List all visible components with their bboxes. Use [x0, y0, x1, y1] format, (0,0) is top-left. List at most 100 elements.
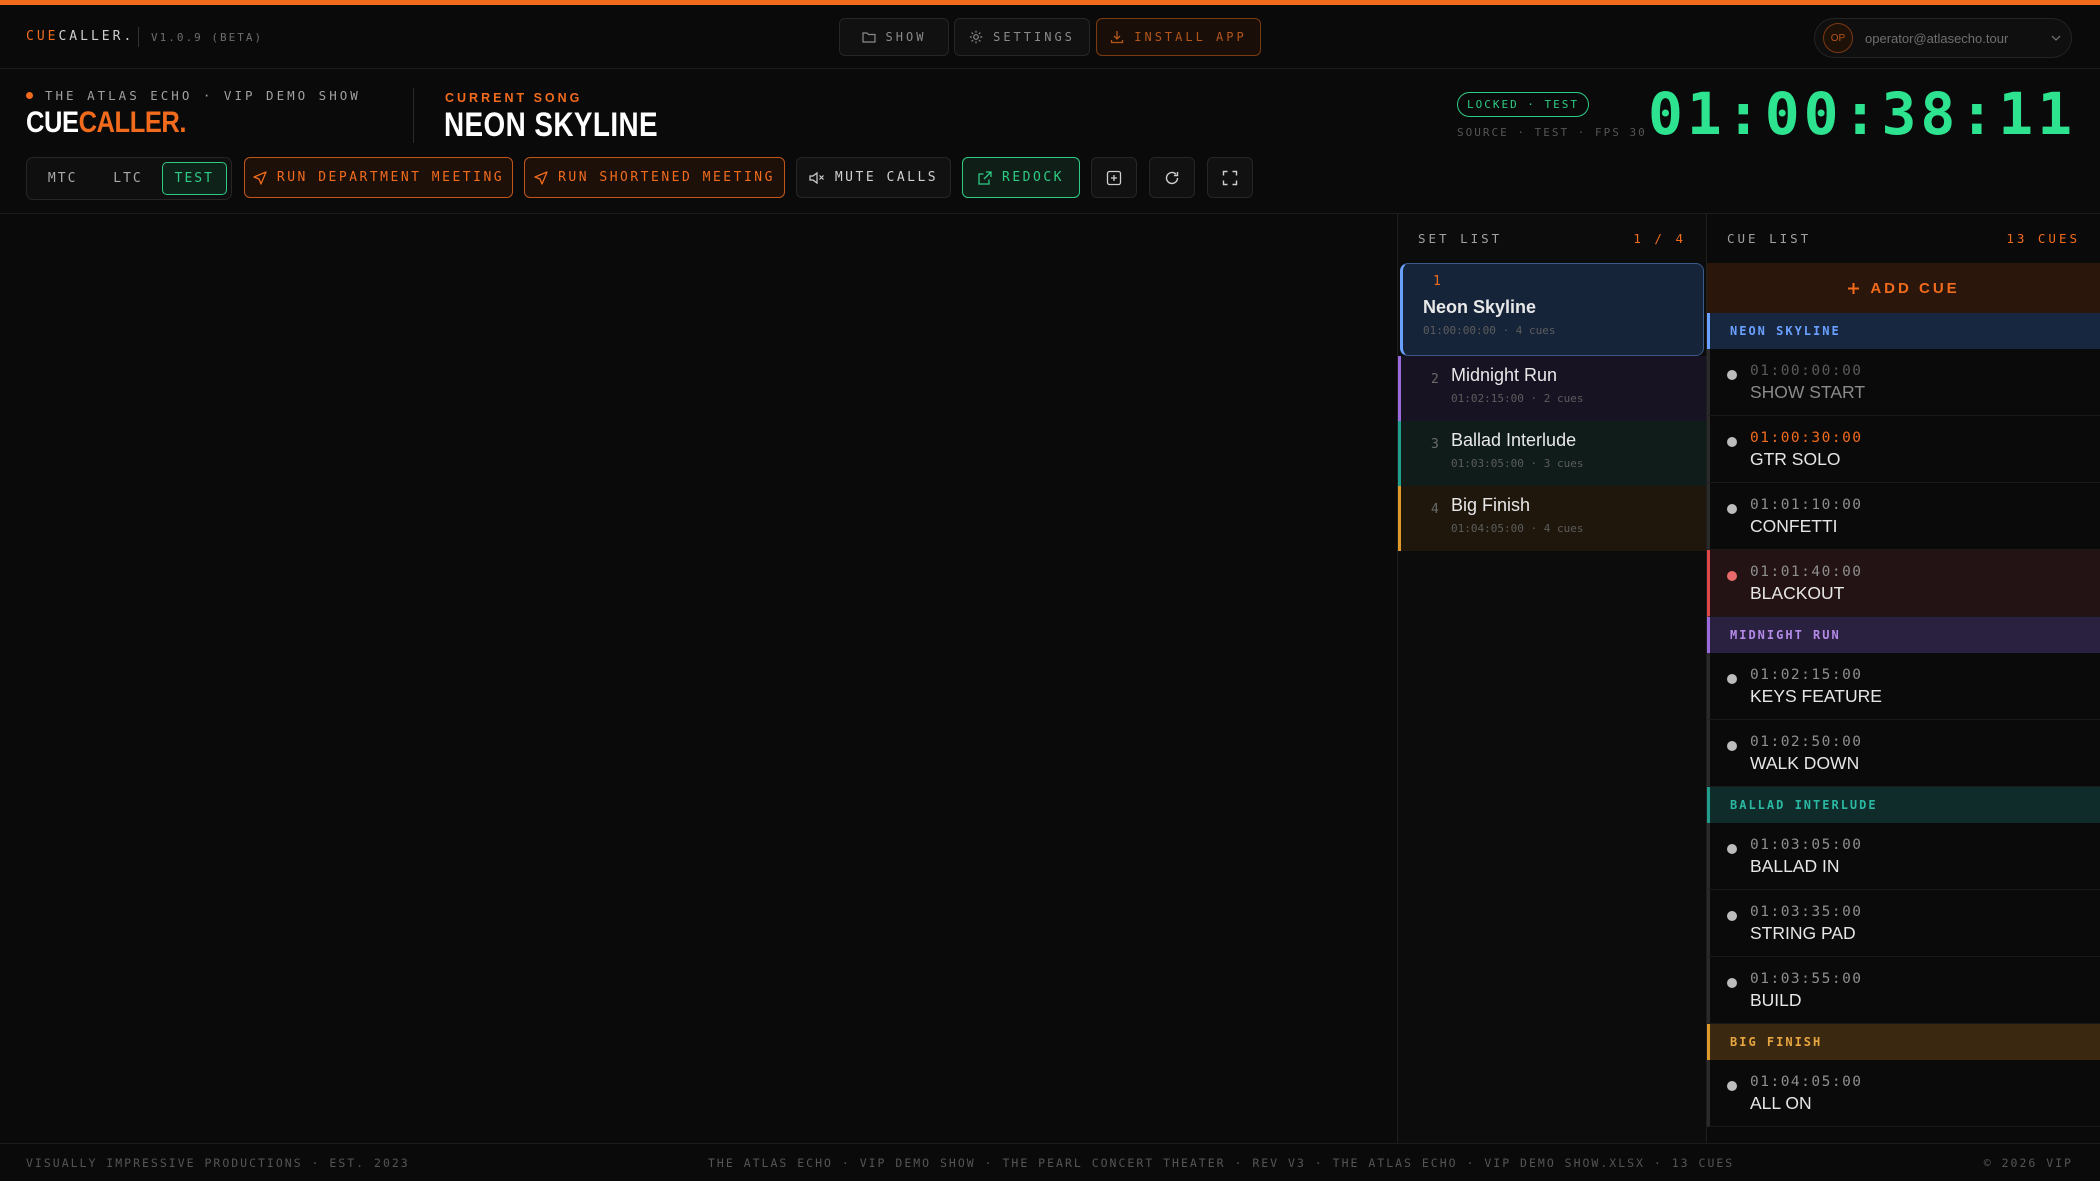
set-list-panel: SET LIST 1 / 4 1 Neon Skyline 01:00:00:0…	[1397, 214, 1707, 1143]
set-item-title: Neon Skyline	[1423, 297, 1537, 317]
add-window-button[interactable]	[1091, 157, 1137, 198]
cue-list-panel: CUE LIST 13 CUES ADD CUE NEON SKYLINE 01…	[1707, 214, 2100, 1143]
cue-row[interactable]: 01:03:05:00 BALLAD IN	[1707, 823, 2100, 890]
cue-row[interactable]: 01:03:35:00 STRING PAD	[1707, 890, 2100, 957]
current-song-label: CURRENT SONG	[445, 91, 583, 105]
send-icon	[253, 170, 267, 185]
cue-group-header: MIDNIGHT RUN	[1707, 617, 2100, 653]
live-dot-icon	[26, 92, 33, 99]
run-department-meeting-button[interactable]: RUN DEPARTMENT MEETING	[244, 157, 513, 198]
plus-square-icon	[1106, 170, 1122, 185]
redock-button[interactable]: REDOCK	[962, 157, 1080, 198]
run-department-label: RUN DEPARTMENT MEETING	[276, 170, 505, 185]
cue-status-dot	[1727, 437, 1737, 447]
cue-group-header: NEON SKYLINE	[1707, 313, 2100, 349]
cue-row[interactable]: 01:03:55:00 BUILD	[1707, 957, 2100, 1024]
cue-time: 01:00:00:00	[1750, 363, 1863, 379]
cue-name: STRING PAD	[1750, 923, 1856, 943]
show-name: THE ATLAS ECHO · VIP DEMO SHOW	[45, 88, 361, 103]
refresh-icon	[1165, 171, 1179, 184]
header-divider	[413, 88, 414, 143]
cue-time: 01:01:10:00	[1750, 497, 1863, 513]
set-list-title: SET LIST	[1418, 231, 1503, 246]
cue-name: GTR SOLO	[1750, 449, 1841, 469]
settings-button[interactable]: SETTINGS	[954, 18, 1090, 56]
mute-calls-button[interactable]: MUTE CALLS	[796, 157, 951, 198]
chevron-down-icon	[2051, 35, 2061, 41]
cue-name: ALL ON	[1750, 1093, 1812, 1113]
redock-label: REDOCK	[1002, 170, 1064, 185]
install-app-button[interactable]: INSTALL APP	[1096, 18, 1261, 56]
set-item-title: Big Finish	[1451, 495, 1531, 515]
set-item-title: Midnight Run	[1451, 365, 1558, 385]
avatar: OP	[1823, 23, 1853, 53]
fullscreen-icon	[1222, 170, 1238, 185]
install-app-label: INSTALL APP	[1134, 30, 1247, 44]
cue-name: KEYS FEATURE	[1750, 686, 1882, 706]
mode-test[interactable]: TEST	[161, 162, 227, 195]
cue-time: 01:03:05:00	[1750, 837, 1863, 853]
plus-icon	[1848, 282, 1860, 294]
show-button[interactable]: SHOW	[839, 18, 949, 56]
cue-status-dot	[1727, 571, 1737, 581]
version-label: V1.0.9 (BETA)	[151, 31, 264, 44]
cue-row[interactable]: 01:00:30:00 GTR SOLO	[1707, 416, 2100, 483]
cue-status-dot	[1727, 1081, 1737, 1091]
add-cue-button[interactable]: ADD CUE	[1707, 263, 2100, 313]
cue-row[interactable]: 01:00:00:00 SHOW START	[1707, 349, 2100, 416]
fullscreen-button[interactable]	[1207, 157, 1253, 198]
set-item-number: 1	[1433, 274, 1441, 289]
brand-logo: CUECALLER.	[26, 106, 187, 140]
top-header: CUECALLER. V1.0.9 (BETA) SHOW SETTINGS I…	[0, 5, 2100, 69]
show-button-label: SHOW	[885, 30, 927, 44]
speaker-mute-icon	[809, 171, 824, 184]
user-menu[interactable]: OP operator@atlasecho.tour	[1814, 18, 2072, 58]
current-song-name: NEON SKYLINE	[444, 106, 659, 144]
timecode-source: SOURCE · TEST · FPS 30	[1457, 126, 1647, 139]
show-name-line: THE ATLAS ECHO · VIP DEMO SHOW	[26, 88, 361, 103]
brand-small-part1: CUE	[26, 29, 59, 44]
logo-part1: CUE	[26, 106, 79, 139]
cue-status-dot	[1727, 674, 1737, 684]
mode-mtc[interactable]: MTC	[31, 162, 94, 195]
refresh-button[interactable]	[1149, 157, 1195, 198]
set-item-midnight-run[interactable]: 2 Midnight Run 01:02:15:00 · 2 cues	[1398, 356, 1706, 421]
external-link-icon	[978, 170, 992, 185]
cue-row[interactable]: 01:01:10:00 CONFETTI	[1707, 483, 2100, 550]
user-email: operator@atlasecho.tour	[1865, 30, 2009, 46]
footer-center: THE ATLAS ECHO · VIP DEMO SHOW · THE PEA…	[708, 1155, 1735, 1170]
settings-button-label: SETTINGS	[993, 30, 1075, 44]
cue-time: 01:03:55:00	[1750, 971, 1863, 987]
set-item-ballad-interlude[interactable]: 3 Ballad Interlude 01:03:05:00 · 3 cues	[1398, 421, 1706, 486]
timecode-mode-selector: MTC LTC TEST	[26, 157, 232, 200]
set-item-big-finish[interactable]: 4 Big Finish 01:04:05:00 · 4 cues	[1398, 486, 1706, 551]
cue-row[interactable]: 01:02:50:00 WALK DOWN	[1707, 720, 2100, 787]
cue-name: SHOW START	[1750, 382, 1866, 402]
set-item-neon-skyline[interactable]: 1 Neon Skyline 01:00:00:00 · 4 cues	[1400, 263, 1704, 356]
run-shortened-meeting-button[interactable]: RUN SHORTENED MEETING	[524, 157, 785, 198]
mode-ltc[interactable]: LTC	[96, 162, 159, 195]
set-item-meta: 01:00:00:00 · 4 cues	[1423, 324, 1556, 337]
set-item-number: 3	[1431, 437, 1439, 452]
cue-name: BALLAD IN	[1750, 856, 1840, 876]
cue-row[interactable]: 01:02:15:00 KEYS FEATURE	[1707, 653, 2100, 720]
cue-row[interactable]: 01:01:40:00 BLACKOUT	[1707, 550, 2100, 617]
brand-small-part2: CALLER.	[58, 29, 135, 44]
gear-icon	[969, 30, 983, 44]
cue-time: 01:04:05:00	[1750, 1074, 1863, 1090]
cue-name: WALK DOWN	[1750, 753, 1860, 773]
cue-time: 01:00:30:00	[1750, 430, 1863, 446]
cue-status-dot	[1727, 504, 1737, 514]
set-list-header: SET LIST 1 / 4	[1398, 214, 1706, 263]
brand-small: CUECALLER.	[26, 29, 134, 44]
cue-name: BUILD	[1750, 990, 1802, 1010]
cue-row[interactable]: 01:04:05:00 ALL ON	[1707, 1060, 2100, 1127]
send-icon	[534, 170, 548, 185]
set-item-meta: 01:03:05:00 · 3 cues	[1451, 457, 1584, 470]
set-item-meta: 01:04:05:00 · 4 cues	[1451, 522, 1584, 535]
set-item-number: 2	[1431, 372, 1439, 387]
mute-calls-label: MUTE CALLS	[834, 170, 939, 185]
brand-divider	[138, 27, 139, 47]
cue-status-dot	[1727, 844, 1737, 854]
cue-status-dot	[1727, 911, 1737, 921]
